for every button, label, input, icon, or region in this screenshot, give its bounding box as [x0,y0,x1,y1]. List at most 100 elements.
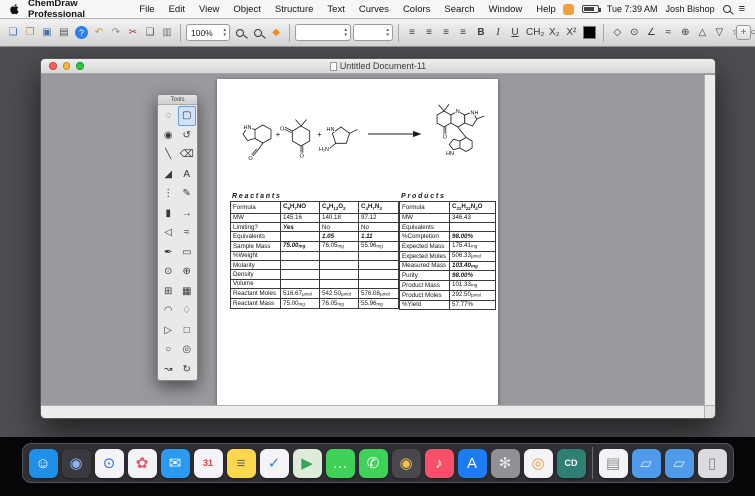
menubar-user[interactable]: Josh Bishop [666,4,715,14]
resize-grip[interactable] [704,405,715,418]
print-button[interactable]: ▤ [56,23,72,43]
reactant-cell[interactable]: Yes [280,221,320,233]
cycle-tool[interactable]: ↻ [178,360,197,380]
reactant-cell[interactable]: 97.12 [358,212,399,224]
dashed-bond-tool[interactable]: ⋮ [159,184,178,204]
traffic-light-close[interactable] [49,62,57,70]
notification-center-icon[interactable]: ≡ [739,3,745,15]
dock-textedit-icon[interactable]: ▤ [598,448,628,478]
reactant-cell[interactable]: C4H7N3 [358,201,399,214]
menu-edit[interactable]: Edit [162,4,192,15]
clean-structure-button[interactable]: ◇ [609,23,625,43]
dock-reminders-icon[interactable]: ✓ [259,448,289,478]
reactant-cell[interactable]: 576.08µmol [358,288,399,300]
copy-button[interactable]: ❑ [142,23,158,43]
reactant-cell[interactable] [358,278,399,290]
menu-curves[interactable]: Curves [352,4,396,15]
italic-button[interactable]: I [490,23,506,43]
chain-tool[interactable]: ≈ [178,223,197,243]
menu-view[interactable]: View [192,4,226,15]
menu-file[interactable]: File [132,4,161,15]
reactant-cell[interactable]: 55.96mg [358,298,399,310]
paste-button[interactable]: ▥ [159,23,175,43]
reactant-cell[interactable] [319,278,359,290]
reactant-cell[interactable] [280,231,320,242]
text-tool[interactable]: A [178,165,197,185]
wedge-bond-tool[interactable]: ◢ [159,165,178,185]
zoom-in-button[interactable] [250,23,266,43]
traffic-light-minimize[interactable] [62,62,70,70]
dock-app-store-icon[interactable]: A [457,448,487,478]
new-document-button[interactable]: ❏ [5,23,21,43]
dock-calendar-icon[interactable]: 31 [193,448,223,478]
underline-button[interactable]: U [507,23,523,43]
pen-tool[interactable]: ✒ [159,243,178,263]
reactant-cell[interactable] [358,250,399,262]
zoom-out-button[interactable] [232,23,248,43]
menu-help[interactable]: Help [529,4,563,15]
color-swatch-button[interactable] [583,26,597,39]
rectangle-tool[interactable]: ▭ [178,243,197,263]
help-button[interactable]: ? [75,26,88,39]
reactant-cell[interactable]: 75.00mg [280,298,320,310]
dock-safari-icon[interactable]: ⊙ [94,448,124,478]
align-left-button[interactable]: ≡ [404,23,420,43]
menu-colors[interactable]: Colors [396,4,437,15]
reactant-cell[interactable]: C8H12O2 [319,201,359,214]
reactant-cell[interactable] [280,269,320,280]
product-cell[interactable]: 101.33mg [449,279,496,291]
dock-maps-icon[interactable]: ▶ [292,448,322,478]
dock-settings-icon[interactable]: ✻ [490,448,520,478]
table-tool[interactable]: ⊞ [159,282,178,302]
reactant-cell[interactable]: C9H7NO [280,201,320,214]
dock-music-icon[interactable]: ♪ [424,448,454,478]
pencil-tool[interactable]: ✎ [178,184,197,204]
reactant-cell[interactable]: 76.05mg [319,240,359,252]
traffic-light-zoom[interactable] [76,62,84,70]
reactant-cell[interactable] [358,260,399,271]
up-stereo-button[interactable]: △ [694,23,710,43]
apple-menu[interactable] [10,3,20,15]
ellipse-tool[interactable]: ◎ [178,340,197,360]
dock-trash-icon[interactable]: ▯ [697,448,727,478]
size-select[interactable]: ▲ ▼ [353,24,393,41]
template-tool[interactable]: ▦ [178,282,197,302]
reactant-cell[interactable]: 1.11 [358,231,399,242]
reaction-arrow[interactable] [368,130,422,138]
reactant-cell[interactable]: No [358,221,399,233]
dock-browser-icon[interactable]: ◎ [523,448,553,478]
reactant-cell[interactable] [319,269,359,280]
document-page[interactable]: HN O + O O + HN H₂N N NH O HN Reactants … [217,79,498,405]
dock-photo-booth-icon[interactable]: ◉ [391,448,421,478]
cut-button[interactable]: ✂ [125,23,141,43]
reactant-cell[interactable] [280,260,320,271]
product-cell[interactable]: 292.50µmol [449,289,496,301]
rotate-tool[interactable]: ↺ [178,126,197,146]
product-cell[interactable] [449,221,496,233]
reactant-cell[interactable] [280,250,320,262]
superscript-button[interactable]: X² [563,23,579,43]
product-cell[interactable]: 98.00% [449,231,496,242]
product-cell[interactable]: 346.43 [449,212,496,224]
dock-photos-icon[interactable]: ✿ [127,448,157,478]
structure-perspective-tool[interactable]: ◉ [159,126,178,146]
dock-facetime-icon[interactable]: ✆ [358,448,388,478]
chem-inspector-button[interactable]: ◆ [268,23,284,43]
stoichiometry-table[interactable]: Reactants Formula C9H7NO C8H12O2 C4H7N3 MW 14… [230,193,496,311]
align-center-button[interactable]: ≡ [421,23,437,43]
hollow-wedge-tool[interactable]: ◁ [159,223,178,243]
undo-button[interactable]: ↶ [91,23,107,43]
product-cell[interactable]: 175.41mg [449,240,496,252]
align-right-button[interactable]: ≡ [438,23,454,43]
reactant-cell[interactable] [358,269,399,280]
subscript-button[interactable]: X₂ [546,23,562,43]
product-cell[interactable]: 57.77% [449,299,496,311]
dock-finder-icon[interactable]: ☺ [28,448,58,478]
menu-search[interactable]: Search [437,4,481,15]
bold-button[interactable]: B [473,23,489,43]
shape-tool[interactable]: ♢ [178,301,197,321]
square-tool[interactable]: □ [178,321,197,341]
tools-palette-title[interactable]: Tools [158,95,197,105]
reactant-cell[interactable]: 1.05 [319,231,359,242]
lasso-tool[interactable]: ◌ [159,106,178,126]
